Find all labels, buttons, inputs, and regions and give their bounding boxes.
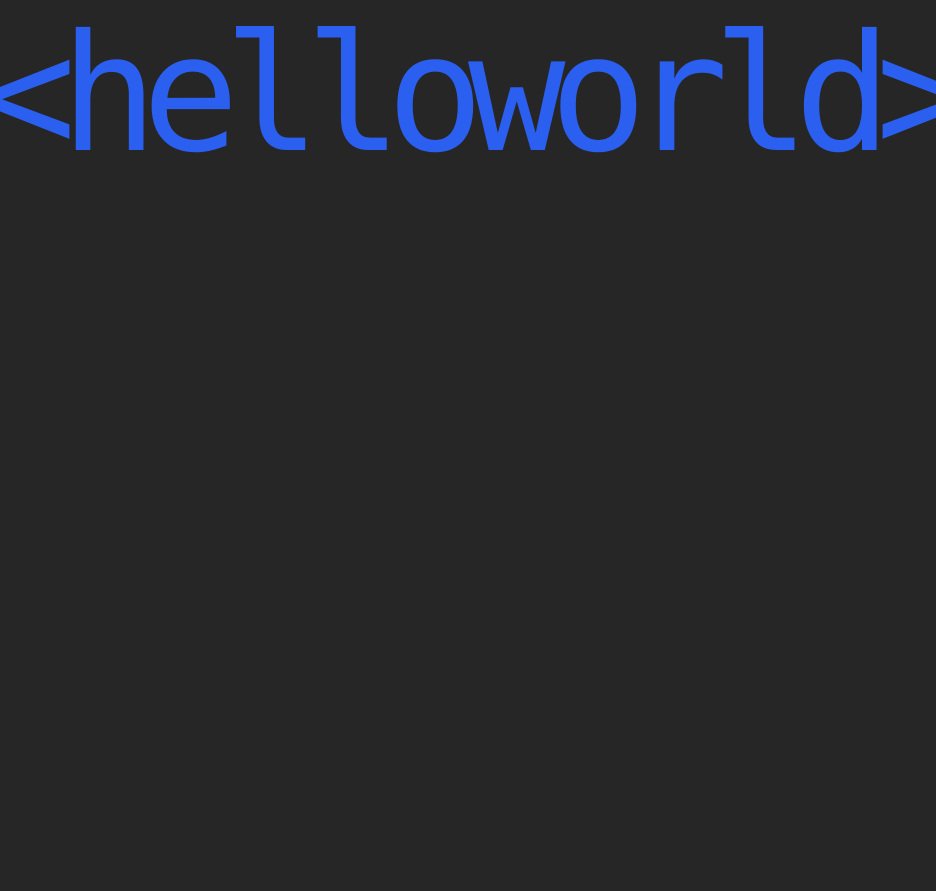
headline-text: <helloworld> [0, 1, 936, 189]
canvas: <helloworld> [0, 0, 936, 891]
